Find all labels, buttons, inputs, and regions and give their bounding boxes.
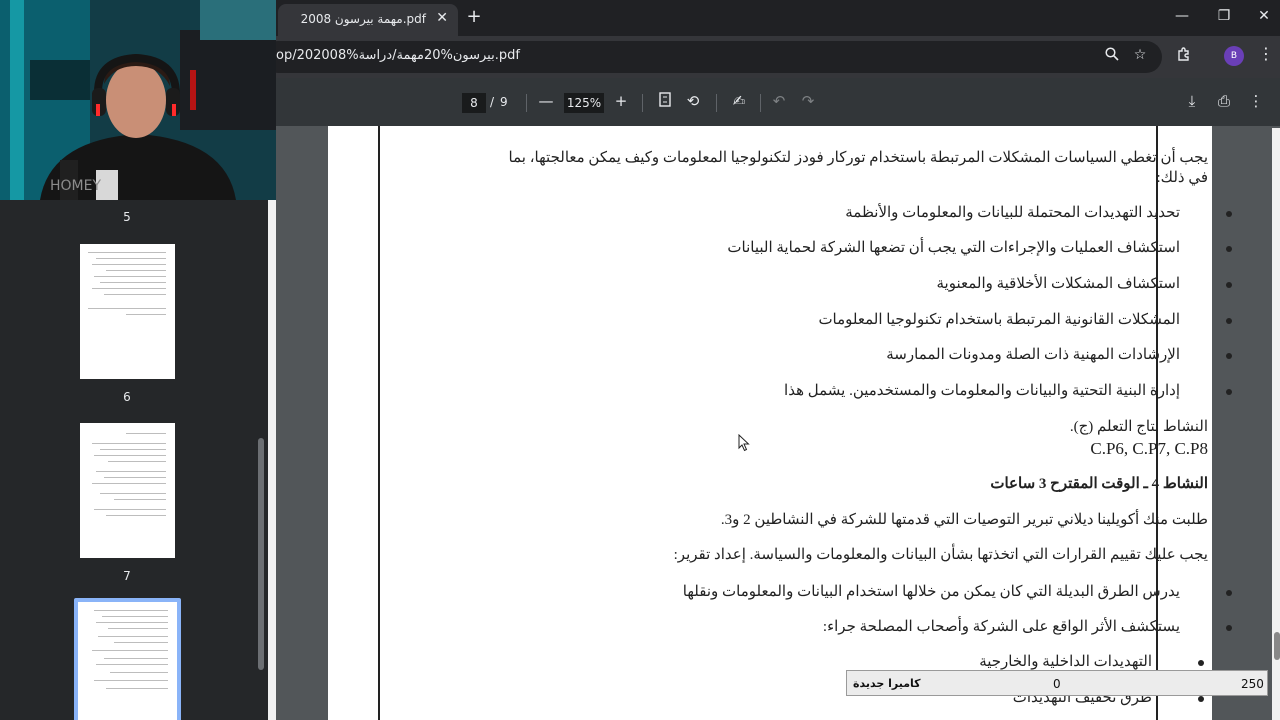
thumbnail-number: 6 — [123, 390, 131, 404]
bullet-item: يدرس الطرق البديلة التي كان يمكن من خلال… — [682, 584, 1180, 600]
bullet-item: يستكشف الأثر الواقع على الشركة وأصحاب ال… — [822, 619, 1180, 635]
bookmark-star-icon[interactable]: ☆ — [1130, 47, 1150, 63]
bullet-item: استكشاف العمليات والإجراءات التي يجب أن … — [727, 240, 1180, 256]
profile-avatar[interactable]: B — [1224, 46, 1244, 66]
bullet-icon — [1226, 389, 1232, 395]
close-tab-icon[interactable]: ✕ — [436, 10, 448, 26]
camera-value-1: 0 — [1053, 677, 1061, 691]
evaluate-line: يجب عليك تقييم القرارات التي اتخذتها بشأ… — [673, 547, 1208, 563]
svg-text:HOMEY: HOMEY — [50, 178, 101, 194]
omnibox[interactable]: op/202008%بيرسون%20مهمة/دراسة.pdf ☆ — [262, 41, 1162, 73]
bullet-icon — [1226, 211, 1232, 217]
download-icon[interactable]: ⤓ — [1182, 92, 1202, 110]
url-text[interactable]: op/202008%بيرسون%20مهمة/دراسة.pdf — [276, 48, 520, 63]
bullet-item: إدارة البنية التحتية والبيانات والمعلوما… — [784, 383, 1180, 399]
close-window-icon[interactable]: ✕ — [1254, 8, 1274, 24]
thumbnail-number: 5 — [123, 210, 131, 224]
page-thumbnail-6[interactable] — [80, 244, 175, 379]
pdf-menu-icon[interactable]: ⋮ — [1246, 92, 1266, 110]
page-separator: / — [490, 95, 495, 109]
bullet-icon — [1226, 590, 1232, 596]
intro-line-2: في ذلك: — [1156, 170, 1208, 186]
activity-4-heading: النشاط 4 ـ الوقت المقترح 3 ساعات — [990, 476, 1208, 492]
bullet-item: تحديد التهديدات المحتملة للبيانات والمعل… — [845, 205, 1180, 221]
toolbar-divider — [760, 94, 761, 112]
rotate-icon[interactable]: ⟲ — [683, 92, 703, 110]
bullet-icon — [1226, 246, 1232, 252]
page-thumbnail-8[interactable] — [78, 602, 177, 720]
pdf-viewer: يجب أن تغطي السياسات المشكلات المرتبطة ب… — [276, 126, 1280, 720]
extensions-icon[interactable] — [1176, 46, 1192, 66]
zoom-out-button[interactable]: — — [536, 92, 556, 110]
tab-title: مهمة بيرسون 2008.pdf — [300, 12, 426, 26]
total-pages: 9 — [500, 95, 508, 109]
camera-label: كاميرا جديدة — [853, 677, 921, 690]
bullet-item: المشكلات القانونية المرتبطة باستخدام تكن… — [818, 312, 1180, 328]
sub-bullet-icon — [1198, 696, 1204, 702]
activity-outcome: النشاط نتاج التعلم (ج). — [1069, 419, 1208, 435]
camera-value-2: 250 — [1241, 677, 1264, 691]
sidebar-scrollbar[interactable] — [258, 438, 264, 670]
camera-stats-bar: كاميرا جديدة 0 250 — [846, 670, 1268, 696]
main-scrollbar-thumb[interactable] — [1274, 632, 1280, 660]
toolbar-divider — [526, 94, 527, 112]
zoom-icon[interactable] — [1102, 47, 1122, 65]
minimize-icon[interactable]: — — [1172, 8, 1192, 24]
zoom-in-button[interactable]: + — [611, 92, 631, 110]
thumbnail-sidebar: 5 6 7 — [0, 126, 276, 720]
print-icon[interactable]: ⎙ — [1214, 92, 1234, 110]
sidebar-divider — [268, 126, 276, 720]
redo-icon[interactable]: ↷ — [798, 92, 818, 110]
bullet-item: استكشاف المشكلات الأخلاقية والمعنوية — [936, 276, 1180, 292]
intro-line-1: يجب أن تغطي السياسات المشكلات المرتبطة ب… — [508, 150, 1208, 166]
browser-tab[interactable]: مهمة بيرسون 2008.pdf ✕ — [278, 4, 458, 36]
zoom-level-input[interactable]: 125% — [564, 93, 604, 113]
criteria-codes: C.P6, C.P7, C.P8 — [1090, 439, 1208, 458]
bullet-icon — [1226, 353, 1232, 359]
annotate-icon[interactable]: ✍ — [729, 92, 749, 110]
screen: مهمة بيرسون 2008.pdf ✕ + — ❐ ✕ op/202008… — [0, 0, 1280, 720]
request-line: طلبت منك أكويلينا ديلاني تبرير التوصيات … — [720, 512, 1208, 528]
thumbnail-number: 7 — [123, 569, 131, 583]
webcam-person-image: HOMEY — [0, 0, 276, 200]
page-number-input[interactable]: 8 — [462, 93, 486, 113]
undo-icon[interactable]: ↶ — [769, 92, 789, 110]
bullet-icon — [1226, 318, 1232, 324]
page-thumbnail-7[interactable] — [80, 423, 175, 558]
new-tab-button[interactable]: + — [464, 6, 484, 27]
sub-bullet-item: التهديدات الداخلية والخارجية — [979, 654, 1152, 670]
browser-menu-icon[interactable]: ⋮ — [1258, 44, 1274, 63]
toolbar-divider — [642, 94, 643, 112]
fit-page-icon[interactable] — [655, 92, 675, 111]
maximize-icon[interactable]: ❐ — [1214, 8, 1234, 24]
bullet-icon — [1226, 625, 1232, 631]
bullet-icon — [1226, 282, 1232, 288]
mouse-cursor-icon — [738, 434, 750, 452]
sub-bullet-icon — [1198, 660, 1204, 666]
bullet-item: الإرشادات المهنية ذات الصلة ومدونات المم… — [886, 347, 1180, 363]
toolbar-divider — [716, 94, 717, 112]
webcam-overlay: HOMEY — [0, 0, 276, 200]
